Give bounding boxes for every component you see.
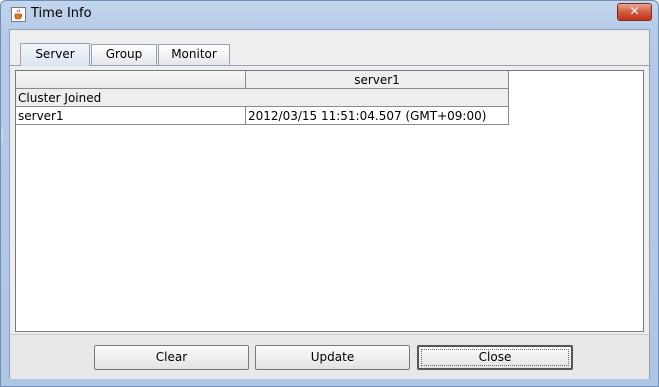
time-info-window: Time Info ✕ Server Group Monitor server1…	[0, 0, 659, 387]
tab-server[interactable]: Server	[20, 43, 90, 66]
tab-label: Monitor	[171, 47, 217, 61]
clear-button-label: Clear	[155, 350, 188, 364]
button-bar: Clear Update Close	[10, 334, 649, 379]
focus-ring	[421, 349, 569, 366]
tab-monitor[interactable]: Monitor	[158, 44, 230, 65]
column-header-blank[interactable]	[16, 71, 246, 89]
tab-group[interactable]: Group	[91, 44, 157, 65]
row-server-time[interactable]: 2012/03/15 11:51:04.507 (GMT+09:00)	[246, 107, 509, 125]
time-info-table-panel[interactable]: server1 Cluster Joined server1 2012/03/1…	[15, 70, 644, 332]
window-edge-marker	[1, 127, 3, 142]
update-button-label: Update	[310, 350, 355, 364]
title-bar[interactable]: Time Info ✕	[1, 1, 658, 29]
client-area: Server Group Monitor server1 Cluster Joi…	[9, 29, 651, 379]
tab-label: Server	[35, 47, 75, 61]
row-server-name[interactable]: server1	[16, 107, 246, 125]
section-row-cluster-joined[interactable]: Cluster Joined	[16, 89, 509, 107]
close-button[interactable]: Close	[417, 345, 573, 370]
tab-label: Group	[105, 47, 143, 61]
clear-button[interactable]: Clear	[94, 345, 249, 370]
java-cup-icon	[11, 7, 26, 22]
column-header-server1[interactable]: server1	[246, 71, 509, 89]
tab-strip: Server Group Monitor	[10, 30, 651, 66]
close-icon: ✕	[629, 4, 640, 18]
tab-divider	[10, 65, 651, 66]
window-close-button[interactable]: ✕	[617, 3, 652, 21]
update-button[interactable]: Update	[255, 345, 410, 370]
window-title: Time Info	[31, 6, 92, 21]
